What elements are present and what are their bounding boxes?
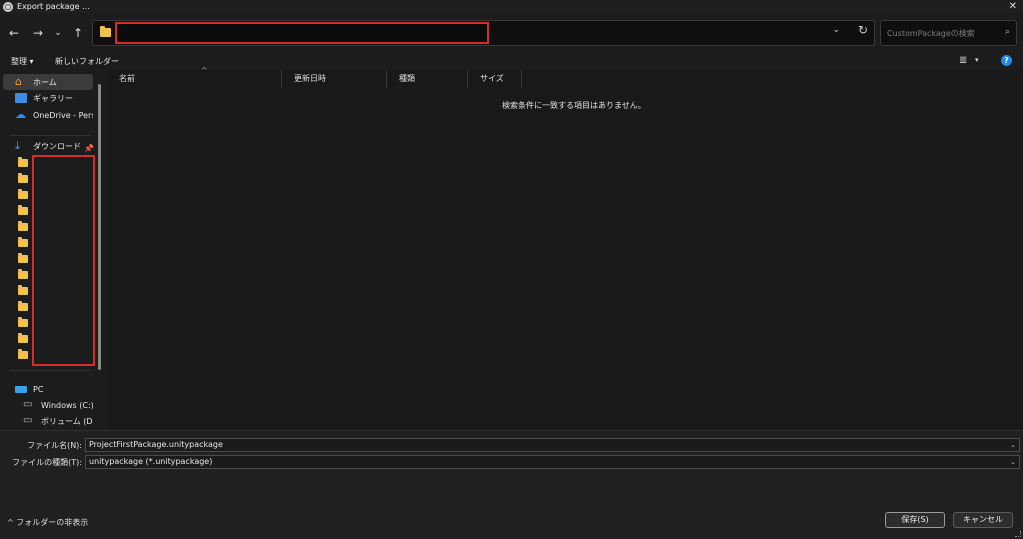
column-header-modified[interactable]: 更新日時 [282, 70, 387, 88]
new-folder-button[interactable]: 新しいフォルダー [55, 56, 119, 67]
view-options-icon[interactable]: ≣ [959, 55, 967, 66]
address-path-redacted[interactable] [115, 22, 489, 44]
column-header-type[interactable]: 種類 [387, 70, 468, 88]
sidebar-item-pc[interactable]: PC [3, 381, 93, 397]
folder-icon [18, 269, 28, 279]
unity-icon [3, 1, 13, 12]
drive-icon: ▭ [23, 399, 33, 410]
folder-icon [18, 237, 28, 247]
folder-icon [18, 349, 28, 359]
drive-icon: ▭ [23, 415, 33, 426]
column-header-name[interactable]: 名前 [107, 70, 282, 88]
address-bar[interactable]: ⌄ ↻ [92, 20, 875, 46]
gallery-icon [15, 93, 27, 103]
cancel-button[interactable]: キャンセル [953, 512, 1013, 528]
sidebar-item-label: OneDrive - Person [33, 110, 93, 120]
up-icon[interactable]: ↑ [70, 25, 86, 41]
folder-icon [18, 253, 28, 263]
close-icon[interactable]: ✕ [1009, 0, 1017, 13]
filename-label: ファイル名(N): [27, 441, 82, 450]
search-input[interactable]: CustomPackageの検索 [887, 28, 975, 39]
folder-icon [18, 173, 28, 183]
folder-icon [18, 221, 28, 231]
chevron-down-icon[interactable]: ▾ [975, 56, 979, 64]
navigation-row: ← → ⌄ ↑ ⌄ ↻ CustomPackageの検索 ⌕ [0, 13, 1023, 52]
sidebar-item-home[interactable]: ⌂ ホーム [3, 74, 93, 90]
sidebar-item-onedrive[interactable]: ☁ OneDrive - Person [3, 107, 93, 123]
folder-icon [18, 285, 28, 295]
filetype-select[interactable]: unitypackage (*.unitypackage) ⌄ [85, 455, 1020, 469]
help-icon[interactable]: ? [1001, 55, 1012, 66]
forward-icon[interactable]: → [30, 25, 46, 41]
pin-icon[interactable]: 📌 [84, 144, 94, 153]
organize-button[interactable]: 整理 ▾ [11, 56, 34, 67]
command-bar: 整理 ▾ 新しいフォルダー ≣ ▾ ? [0, 52, 1023, 70]
sidebar-scrollbar[interactable] [98, 84, 101, 370]
search-box[interactable]: CustomPackageの検索 ⌕ [880, 20, 1017, 46]
chevron-down-icon[interactable]: ⌄ [1010, 456, 1016, 468]
sidebar-item-label: Windows (C:) [41, 400, 93, 410]
file-list: ^ 名前 更新日時 種類 サイズ 検索条件に一致する項目はありません。 [107, 66, 1023, 430]
folder-icon [18, 301, 28, 311]
window-title: Export package ... [17, 2, 90, 11]
navigation-pane: ⌂ ホーム ギャラリー ☁ OneDrive - Person ⤓ ダウンロード… [0, 70, 107, 430]
divider [10, 135, 90, 136]
divider [10, 370, 90, 371]
sidebar-item-label: ダウンロード [33, 141, 81, 151]
sidebar-item-label: ホーム [33, 77, 57, 87]
hide-folders-toggle[interactable]: ^ フォルダーの非表示 [7, 517, 88, 528]
sidebar-item-label: ボリューム (D:) [41, 416, 93, 426]
save-button[interactable]: 保存(S) [885, 512, 945, 528]
sidebar-item-label: PC [33, 384, 44, 394]
folder-icon [18, 157, 28, 167]
redaction-box [32, 155, 95, 366]
sidebar-item-gallery[interactable]: ギャラリー [3, 90, 93, 106]
folder-icon [18, 317, 28, 327]
title-bar: Export package ... ✕ [0, 0, 1023, 13]
resize-grip[interactable] [1015, 531, 1021, 537]
download-icon: ⤓ [15, 139, 20, 152]
sidebar-item-windows-c[interactable]: ▭ Windows (C:) [3, 397, 93, 413]
filename-field[interactable]: ProjectFirstPackage.unitypackage ⌄ [85, 438, 1020, 452]
back-icon[interactable]: ← [6, 25, 22, 41]
computer-icon [15, 385, 27, 393]
filetype-label: ファイルの種類(T): [12, 458, 82, 467]
chevron-down-icon[interactable]: ⌄ [1010, 439, 1016, 451]
chevron-down-icon[interactable]: ⌄ [832, 25, 840, 35]
cloud-icon: ☁ [15, 108, 26, 121]
save-form: ファイル名(N): ProjectFirstPackage.unitypacka… [0, 430, 1023, 539]
column-header-size[interactable]: サイズ [468, 70, 522, 88]
filename-value[interactable]: ProjectFirstPackage.unitypackage [89, 440, 223, 449]
folder-icon [18, 205, 28, 215]
sidebar-item-label: ギャラリー [33, 93, 73, 103]
folder-icon [100, 26, 111, 37]
home-icon: ⌂ [15, 75, 22, 88]
refresh-icon[interactable]: ↻ [858, 23, 868, 37]
folder-icon [18, 189, 28, 199]
sidebar-item-volume-d[interactable]: ▭ ボリューム (D:) [3, 413, 93, 429]
recent-locations-icon[interactable]: ⌄ [50, 25, 66, 41]
filetype-value[interactable]: unitypackage (*.unitypackage) [89, 457, 212, 466]
search-icon[interactable]: ⌕ [1005, 27, 1010, 37]
folder-icon [18, 333, 28, 343]
sidebar-item-downloads[interactable]: ⤓ ダウンロード [3, 138, 93, 154]
empty-message: 検索条件に一致する項目はありません。 [502, 101, 646, 110]
